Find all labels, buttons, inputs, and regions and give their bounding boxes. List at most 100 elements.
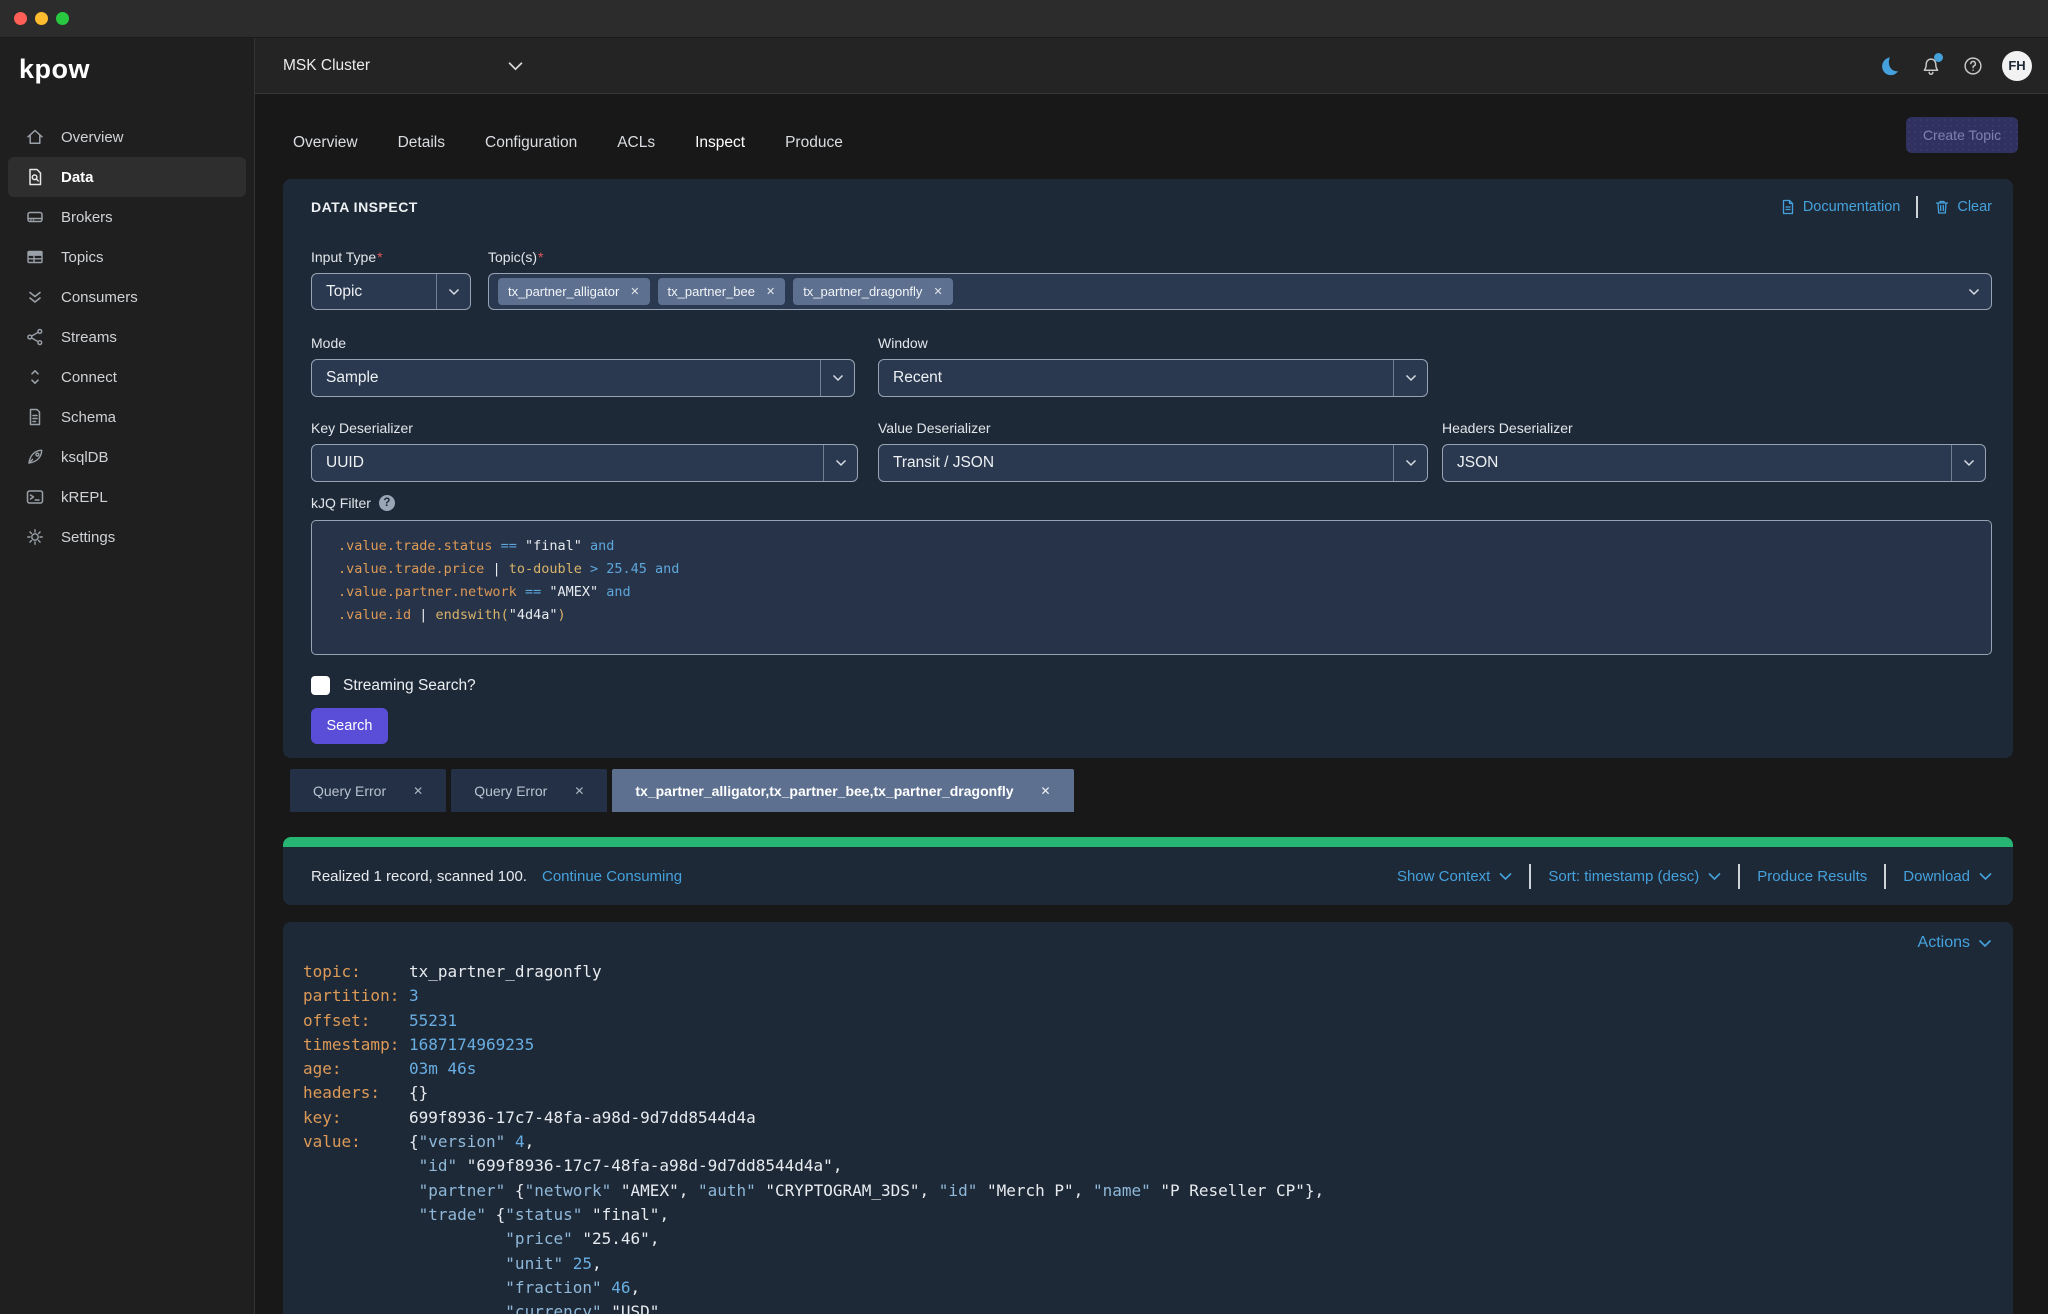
close-window-button[interactable] (14, 12, 27, 25)
remove-tag-icon[interactable]: ✕ (630, 285, 639, 298)
actions-dropdown[interactable]: Actions (1918, 934, 1992, 952)
streaming-search-checkbox[interactable] (311, 676, 330, 695)
topic-tag-tx-partner-dragonfly: tx_partner_dragonfly ✕ (793, 278, 953, 305)
close-tab-icon[interactable]: ✕ (574, 784, 584, 798)
sidebar-item-label: Settings (61, 528, 116, 546)
sidebar-item-schema[interactable]: Schema (8, 397, 246, 437)
mode-value: Sample (326, 369, 379, 386)
sort-dropdown[interactable]: Sort: timestamp (desc) (1548, 868, 1721, 885)
key-deserializer-select[interactable]: UUID (311, 444, 858, 482)
sidebar-item-settings[interactable]: Settings (8, 517, 246, 557)
sidebar-item-connect[interactable]: Connect (8, 357, 246, 397)
mode-select[interactable]: Sample (311, 359, 855, 397)
result-tab-3[interactable]: tx_partner_alligator,tx_partner_bee,tx_p… (612, 769, 1074, 812)
streaming-search-label: Streaming Search? (343, 676, 476, 694)
sidebar: kpow Overview Data Brokers Topics Consumers S… (0, 38, 255, 1314)
value-deserializer-label: Value Deserializer (878, 420, 991, 436)
sidebar-item-overview[interactable]: Overview (8, 117, 246, 157)
user-avatar[interactable]: FH (2002, 50, 2032, 81)
top-header-bar: MSK Cluster FH (255, 38, 2048, 94)
result-tab-label: Query Error (474, 782, 548, 799)
result-tab-label: tx_partner_alligator,tx_partner_bee,tx_p… (635, 782, 1014, 799)
chevron-down-icon (1957, 274, 1991, 309)
chevron-down-icon (1978, 939, 1992, 947)
sidebar-item-label: ksqlDB (61, 448, 109, 466)
sidebar-item-data[interactable]: Data (8, 157, 246, 197)
produce-results-link[interactable]: Produce Results (1757, 868, 1867, 885)
record-line: "partner" {"network" "AMEX", "auth" "CRY… (418, 1180, 1325, 1200)
key-deserializer-label: Key Deserializer (311, 420, 413, 436)
remove-tag-icon[interactable]: ✕ (766, 285, 775, 298)
sidebar-item-label: Schema (61, 408, 117, 426)
value-deserializer-select[interactable]: Transit / JSON (878, 444, 1428, 482)
record-line: "price" "25.46", (505, 1229, 660, 1249)
key-deserializer-value: UUID (326, 454, 364, 471)
record-line: partition: 3 (303, 986, 419, 1006)
record-line: value: {"version" 4, (303, 1132, 535, 1152)
headers-deserializer-select[interactable]: JSON (1442, 444, 1986, 482)
divider (1884, 863, 1887, 889)
tab-details[interactable]: Details (398, 134, 445, 182)
kjq-help-icon[interactable]: ? (378, 495, 395, 511)
progress-bar (283, 837, 2013, 847)
tab-acls[interactable]: ACLs (617, 134, 655, 182)
result-tabs: Query Error ✕ Query Error ✕ tx_partner_allig… (290, 769, 1074, 812)
sidebar-nav: Overview Data Brokers Topics Consumers Stream… (0, 117, 254, 557)
record-line: age: 03m 46s (303, 1059, 477, 1079)
result-tab-1[interactable]: Query Error ✕ (290, 769, 447, 812)
documentation-link[interactable]: Documentation (1780, 199, 1900, 215)
question-circle-icon (1964, 56, 1982, 75)
continue-consuming-link[interactable]: Continue Consuming (542, 868, 682, 885)
tab-configuration[interactable]: Configuration (485, 134, 577, 182)
kjq-filter-editor[interactable]: .value.trade.status == "final" and .value… (311, 520, 1992, 655)
window-value: Recent (893, 369, 943, 386)
create-topic-button[interactable]: Create Topic (1906, 117, 2018, 153)
sidebar-item-ksqldb[interactable]: ksqlDB (8, 437, 246, 477)
result-tab-2[interactable]: Query Error ✕ (451, 769, 608, 812)
document-search-icon (25, 167, 45, 187)
download-dropdown[interactable]: Download (1903, 868, 1992, 885)
sidebar-item-consumers[interactable]: Consumers (8, 277, 246, 317)
chevron-down-icon (1393, 445, 1427, 481)
sidebar-item-label: Streams (61, 328, 117, 346)
tab-inspect[interactable]: Inspect (691, 134, 750, 182)
document-icon (1782, 199, 1793, 215)
sidebar-item-brokers[interactable]: Brokers (8, 197, 246, 237)
cluster-selector[interactable]: MSK Cluster (283, 57, 523, 75)
sidebar-item-label: Data (61, 168, 94, 186)
clear-link[interactable]: Clear (1934, 199, 1992, 215)
tab-overview[interactable]: Overview (293, 134, 358, 182)
chevron-down-icon (1393, 360, 1427, 396)
chevron-down-icon (1708, 872, 1721, 880)
record-line: offset: 55231 (303, 1010, 458, 1030)
rocket-icon (25, 447, 45, 467)
remove-tag-icon[interactable]: ✕ (933, 285, 942, 298)
dark-mode-toggle[interactable] (1876, 53, 1902, 79)
help-button[interactable] (1960, 53, 1986, 79)
sidebar-item-topics[interactable]: Topics (8, 237, 246, 277)
zoom-window-button[interactable] (56, 12, 69, 25)
window-titlebar (0, 0, 2048, 38)
window-label: Window (878, 335, 928, 351)
search-button[interactable]: Search (311, 708, 388, 744)
window-select[interactable]: Recent (878, 359, 1428, 397)
input-type-select[interactable]: Topic (311, 273, 471, 310)
kjq-code-line: .value.id | endswith("4d4a") (338, 607, 566, 623)
show-context-dropdown[interactable]: Show Context (1397, 868, 1512, 885)
minimize-window-button[interactable] (35, 12, 48, 25)
record-line: timestamp: 1687174969235 (303, 1034, 535, 1054)
close-tab-icon[interactable]: ✕ (1041, 784, 1051, 798)
table-icon (25, 247, 45, 267)
cluster-selector-label: MSK Cluster (283, 56, 370, 74)
notifications-button[interactable] (1918, 52, 1944, 79)
headers-deserializer-value: JSON (1457, 454, 1499, 471)
sidebar-item-streams[interactable]: Streams (8, 317, 246, 357)
result-tab-label: Query Error (313, 782, 387, 799)
tab-produce[interactable]: Produce (785, 134, 843, 182)
divider (1529, 863, 1532, 889)
topics-multiselect[interactable]: tx_partner_alligator ✕ tx_partner_bee ✕ tx_p… (488, 273, 1992, 310)
sidebar-item-krepl[interactable]: kREPL (8, 477, 246, 517)
document-icon (25, 407, 45, 427)
chevrons-updown-icon (25, 367, 45, 387)
close-tab-icon[interactable]: ✕ (413, 784, 423, 798)
